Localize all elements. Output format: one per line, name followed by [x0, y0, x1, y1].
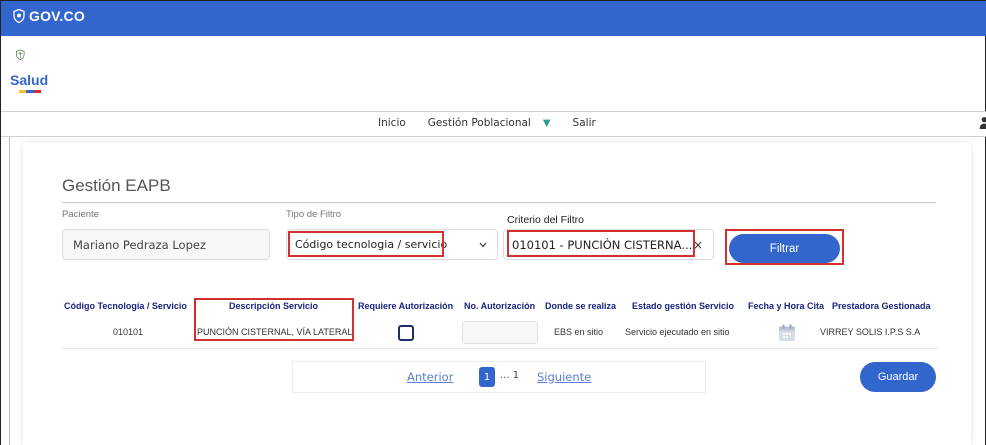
criterio-label: Criterio del Filtro [507, 214, 585, 226]
pagination-prev-link[interactable]: Anterior [407, 370, 453, 384]
gov-logo[interactable]: GOV.CO [13, 8, 85, 24]
main-nav: Inicio Gestión Poblacional ▼ Salir [1, 111, 986, 137]
chevron-down-icon [479, 242, 487, 247]
triangle-down-icon[interactable]: ▼ [543, 118, 551, 129]
page-title: Gestión EAPB [62, 176, 171, 195]
nav-item-gestion-poblacional[interactable]: Gestión Poblacional [428, 117, 531, 129]
gov-header-bar: GOV.CO [1, 1, 986, 36]
salud-color-bar [19, 90, 41, 93]
pagination [292, 361, 706, 393]
salud-logo-text: Salud [10, 72, 49, 88]
no-autorizacion-input[interactable] [462, 321, 538, 344]
requiere-autorizacion-checkbox[interactable] [398, 325, 414, 341]
filtrar-highlight [725, 229, 844, 265]
col-header-no-autorizacion: No. Autorización [464, 301, 536, 311]
pagination-next-link[interactable]: Siguiente [537, 370, 591, 384]
paciente-field[interactable]: Mariano Pedraza Lopez [62, 229, 270, 260]
page: GOV.CO Salud Inicio Gestión Poblacional … [0, 0, 986, 445]
col-header-donde: Donde se realiza [545, 301, 617, 311]
tipo-filtro-label: Tipo de Filtro [286, 209, 342, 220]
col-header-fecha: Fecha y Hora Cita [748, 301, 825, 311]
salud-crest-icon [16, 49, 25, 60]
cell-descripcion: PUNCIÓN CISTERNAL, VÍA LATERAL [197, 327, 353, 337]
calendar-icon[interactable] [777, 323, 797, 343]
gov-brand-text: GOV.CO [29, 8, 85, 24]
cell-estado: Servicio ejecutado en sitio [625, 327, 730, 337]
row-divider [62, 348, 937, 349]
col-header-estado: Estado gestión Servicio [632, 301, 735, 311]
pagination-current-page[interactable]: 1 [479, 367, 495, 387]
pagination-total: ... 1 [500, 370, 520, 381]
col-header-prestadora: Prestadora Gestionada [832, 301, 931, 311]
user-icon[interactable] [979, 112, 986, 134]
nav-item-salir[interactable]: Salir [573, 117, 596, 129]
cell-donde: EBS en sitio [554, 327, 604, 337]
paciente-label: Paciente [62, 209, 99, 220]
cell-codigo: 010101 [113, 327, 144, 337]
col-header-requiere: Requiere Autorización [358, 301, 454, 311]
shield-icon [13, 9, 25, 23]
paciente-value: Mariano Pedraza Lopez [73, 237, 206, 252]
guardar-button[interactable]: Guardar [860, 362, 936, 392]
tipo-filtro-highlight [288, 231, 444, 257]
criterio-highlight [507, 230, 695, 257]
col-header-codigo: Código Tecnología / Servicio [64, 301, 187, 311]
left-divider [9, 137, 10, 445]
cell-prestadora: VIRREY SOLIS I.P.S S.A [820, 327, 921, 337]
title-divider [62, 202, 936, 203]
nav-item-inicio[interactable]: Inicio [378, 117, 406, 129]
